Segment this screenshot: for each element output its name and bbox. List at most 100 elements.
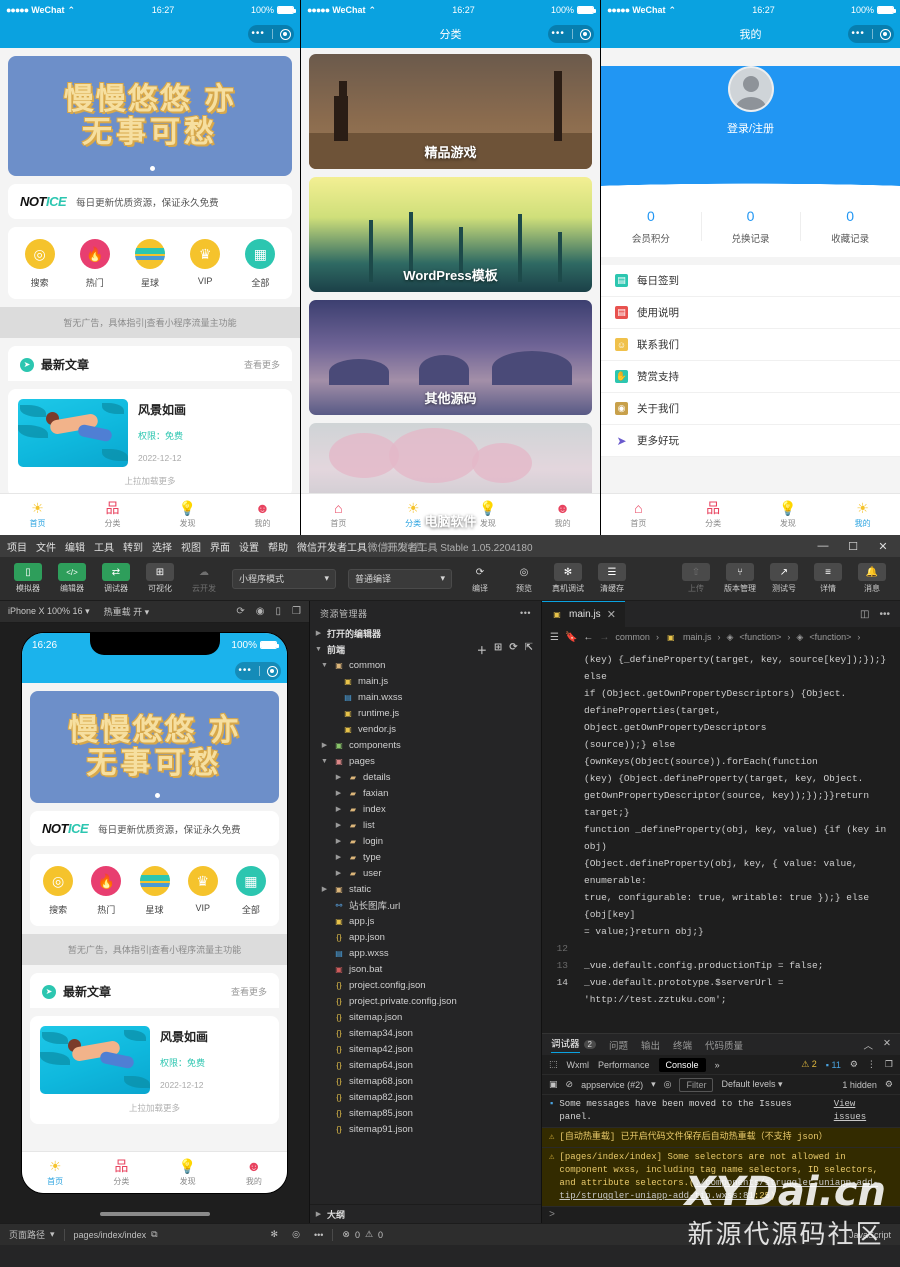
view-more-link[interactable]: 查看更多 <box>231 985 267 998</box>
hotreload-select[interactable]: 热重载 开 ▾ <box>104 605 150 618</box>
more-icon[interactable]: ••• <box>251 29 265 39</box>
banner-indicator[interactable] <box>150 166 155 171</box>
category-card[interactable]: 其他源码 <box>309 300 592 415</box>
new-folder-icon[interactable]: ⊞ <box>494 642 502 657</box>
tab-home[interactable]: ☀ 首页 <box>0 494 75 535</box>
quick-icon-vip[interactable]: ♛ VIP <box>179 866 227 916</box>
subtab-performance[interactable]: Performance <box>598 1060 650 1070</box>
category-card[interactable]: WordPress模板 <box>309 177 592 292</box>
inspect-icon[interactable]: ⬚ <box>549 1059 558 1070</box>
more-icon[interactable]: ••• <box>238 666 252 676</box>
login-register-link[interactable]: 登录/注册 <box>601 120 900 136</box>
menu-item-contact[interactable]: ☺ 联系我们 <box>601 329 900 361</box>
tree-item-project-private-config[interactable]: {} project.private.config.json <box>310 993 541 1009</box>
notice-bar[interactable]: NOTICE 每日更新优质资源，保证永久免费 <box>30 811 279 846</box>
tree-item-url[interactable]: ⚯ 站长图库.url <box>310 897 541 913</box>
code-editor[interactable]: (key) {_defineProperty(target, key, sour… <box>542 647 900 1033</box>
toolbar-clearcache[interactable]: ☰ 清缓存 <box>592 563 632 594</box>
tab-mine[interactable]: ☻ 我的 <box>221 1152 287 1193</box>
device-select[interactable]: iPhone X 100% 16 ▾ <box>8 606 90 617</box>
copy-icon[interactable]: ⧉ <box>151 1229 157 1240</box>
gear-icon[interactable]: ⚙ <box>885 1079 893 1090</box>
dock-icon[interactable]: ❐ <box>885 1059 893 1070</box>
tab-mine[interactable]: ☻ 我的 <box>225 494 300 535</box>
tree-item-json-bat[interactable]: ▣ json.bat <box>310 961 541 977</box>
home-banner[interactable]: 慢慢悠悠 亦 无事可愁 <box>8 56 292 176</box>
console-log[interactable]: ▪ Some messages have been moved to the I… <box>542 1095 900 1223</box>
breadcrumb-fn1[interactable]: <function> <box>739 632 781 642</box>
tree-item-type[interactable]: ▶ ▰ type <box>310 849 541 865</box>
tab-mine[interactable]: ☻ 我的 <box>525 494 600 535</box>
avatar[interactable] <box>727 66 774 112</box>
context-select[interactable]: appservice (#2) <box>581 1080 643 1090</box>
quick-icon-planet[interactable]: 星球 <box>124 239 176 289</box>
notice-bar[interactable]: NOTICE 每日更新优质资源，保证永久免费 <box>8 184 292 219</box>
menu-file[interactable]: 文件 <box>36 539 56 554</box>
view-more-link[interactable]: 查看更多 <box>244 358 280 371</box>
outline-section[interactable]: ▶ 大纲 <box>310 1204 541 1223</box>
menu-tools[interactable]: 工具 <box>94 539 114 554</box>
tree-item-details[interactable]: ▶ ▰ details <box>310 769 541 785</box>
close-target-icon[interactable] <box>279 28 291 40</box>
more-icon[interactable]: ••• <box>520 608 531 618</box>
close-target-icon[interactable] <box>579 28 591 40</box>
menu-devtools[interactable]: 微信开发者工具 <box>297 539 367 554</box>
close-target-icon[interactable] <box>266 665 278 677</box>
record-icon[interactable]: ◉ <box>256 606 265 617</box>
breadcrumb-fn2[interactable]: <function> <box>809 632 851 642</box>
menu-icon[interactable]: ☰ <box>550 632 559 643</box>
wechat-capsule[interactable]: ••• <box>848 25 894 43</box>
category-card[interactable]: 精品游戏 <box>309 54 592 169</box>
toolbar-debugger[interactable]: ⇄ 调试器 <box>96 563 136 594</box>
close-icon[interactable]: ✕ <box>883 1038 891 1052</box>
page-path-value-group[interactable]: pages/index/index ⧉ <box>65 1229 167 1240</box>
menu-select[interactable]: 选择 <box>152 539 172 554</box>
close-icon[interactable]: ✕ <box>868 535 898 557</box>
toolbar-messages[interactable]: 🔔 消息 <box>852 563 892 594</box>
toolbar-version[interactable]: ⑂ 版本管理 <box>720 563 760 594</box>
tab-category[interactable]: 品 分类 <box>676 494 751 535</box>
tree-item-sitemap68[interactable]: {} sitemap68.json <box>310 1073 541 1089</box>
toolbar-compile[interactable]: ⟳ 编译 <box>460 563 500 594</box>
eye-icon[interactable]: ◎ <box>664 1079 672 1090</box>
subtab-more[interactable]: » <box>715 1060 720 1070</box>
quick-icon-vip[interactable]: ♛ VIP <box>179 239 231 289</box>
stat-favorites[interactable]: 0 收藏记录 <box>800 208 900 245</box>
tree-item-static[interactable]: ▶ ▣ static <box>310 881 541 897</box>
page-path-select[interactable]: 页面路径 ▾ <box>0 1228 64 1241</box>
tab-issues[interactable]: 问题 <box>609 1038 628 1052</box>
tree-item-components[interactable]: ▶ ▣ components <box>310 737 541 753</box>
quick-icon-hot[interactable]: 🔥 热门 <box>82 866 130 916</box>
tree-item-sitemap34[interactable]: {} sitemap34.json <box>310 1025 541 1041</box>
tree-item-faxian[interactable]: ▶ ▰ faxian <box>310 785 541 801</box>
collapse-icon[interactable]: ︿ <box>864 1038 874 1052</box>
toolbar-upload[interactable]: ⇧ 上传 <box>676 563 716 594</box>
tab-discover[interactable]: 💡 发现 <box>751 494 826 535</box>
wechat-capsule[interactable]: ••• <box>548 25 594 43</box>
more-icon[interactable]: ••• <box>851 29 865 39</box>
stat-points[interactable]: 0 会员积分 <box>601 208 701 245</box>
warning-count[interactable]: ⚠ 2 <box>801 1059 817 1070</box>
toolbar-realdevice[interactable]: ✻ 真机调试 <box>548 563 588 594</box>
minimize-icon[interactable]: — <box>808 535 838 557</box>
close-target-icon[interactable] <box>879 28 891 40</box>
quick-icon-search[interactable]: ◎ 搜索 <box>34 866 82 916</box>
toolbar-preview[interactable]: ◎ 预览 <box>504 563 544 594</box>
home-banner[interactable]: 慢慢悠悠 亦 无事可愁 <box>30 691 279 803</box>
tree-item-app-wxss[interactable]: ▤ app.wxss <box>310 945 541 961</box>
project-root-section[interactable]: ▼ 前端 ＋ ⊞ ⟳ ⇱ <box>310 641 541 657</box>
menu-project[interactable]: 项目 <box>7 539 27 554</box>
breadcrumb-common[interactable]: common <box>615 632 650 642</box>
back-icon[interactable]: ← <box>583 632 593 643</box>
menu-interface[interactable]: 界面 <box>210 539 230 554</box>
menu-item-donate[interactable]: ✋ 赞赏支持 <box>601 361 900 393</box>
article-card[interactable]: 风景如画 权限：免费 2022-12-12 上拉加载更多 <box>8 389 292 497</box>
levels-select[interactable]: Default levels ▾ <box>721 1079 782 1090</box>
eye-icon[interactable]: ◎ <box>292 1229 300 1240</box>
language-mode[interactable]: JavaScript <box>840 1230 900 1240</box>
bookmark-icon[interactable]: 🔖 <box>565 632 577 643</box>
tab-output[interactable]: 输出 <box>641 1038 660 1052</box>
editor-tab-main-js[interactable]: ▣ main.js ✕ <box>542 601 625 627</box>
menu-help[interactable]: 帮助 <box>268 539 288 554</box>
toolbar-testaccount[interactable]: ↗ 测试号 <box>764 563 804 594</box>
